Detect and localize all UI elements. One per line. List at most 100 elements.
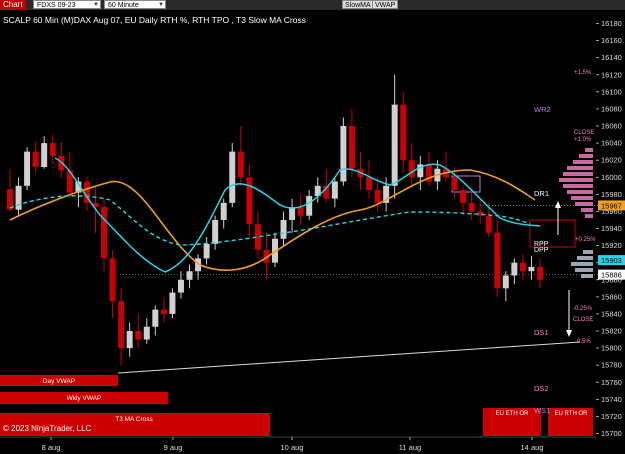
volume-profile-bar: [571, 262, 593, 266]
candle-body: [143, 326, 150, 340]
candle-body: [237, 151, 244, 178]
cyan-dashed-ma-line: [9, 195, 531, 246]
candle-body: [177, 279, 184, 293]
cyan-fast-ma-line: [54, 157, 541, 273]
time-axis-label: 10 aug: [281, 443, 304, 452]
right-level-labels: +1.5% CLOSE +1.0% WR2 DR1 +0.25% RPP DPP…: [534, 70, 596, 415]
price-axis-label: 16040: [601, 139, 622, 148]
price-tag-label: 15903: [601, 256, 622, 265]
price-axis-label: 15700: [601, 429, 622, 438]
candle-body: [400, 104, 407, 161]
price-axis-label: 15740: [601, 395, 622, 404]
down-arrow-icon: [566, 330, 572, 337]
candle-body: [451, 177, 458, 191]
price-axis-label: 15760: [601, 378, 622, 387]
candle-body: [186, 271, 193, 280]
dpp-label: DPP: [534, 247, 549, 254]
ds2-label: DS2: [534, 384, 549, 393]
candle-body: [229, 151, 236, 203]
price-axis-label: 15720: [601, 412, 622, 421]
price-axis-label: 15940: [601, 224, 622, 233]
price-axis-label: 16100: [601, 87, 622, 96]
price-axis-label: 15800: [601, 344, 622, 353]
volume-profile-bar: [573, 160, 593, 164]
time-axis-label: 8 aug: [42, 443, 61, 452]
volume-profile-bar: [563, 172, 593, 176]
pct-plus-1-0-label: +1.0%: [574, 137, 592, 143]
price-axis-label: 16080: [601, 104, 622, 113]
close-top-label: CLOSE: [574, 130, 594, 136]
candle-body: [366, 177, 373, 191]
time-axis-label: 14 aug: [521, 443, 544, 452]
volume-profile-bar: [581, 208, 593, 212]
time-axis-label: 11 aug: [399, 443, 421, 452]
candle-body: [126, 331, 133, 349]
volume-profile-bar: [585, 148, 593, 152]
candle-body: [468, 202, 475, 212]
wr2-label: WR2: [534, 105, 551, 114]
volume-profile-bar: [581, 274, 593, 278]
candle-body: [203, 243, 210, 259]
candle-body: [340, 126, 347, 182]
price-axis-label: 16020: [601, 156, 622, 165]
volume-profile-bar: [583, 250, 593, 254]
eu-eth-or-label: EU ETH OR: [496, 411, 529, 417]
price-axis: 16180 16160 16140 16120 16100 16080 16060 16040…: [596, 19, 625, 438]
price-axis-label: 15840: [601, 309, 622, 318]
price-axis-label: 16060: [601, 122, 622, 131]
candle-body: [160, 309, 167, 314]
candle-body: [289, 207, 296, 220]
price-axis-label: 15780: [601, 361, 622, 370]
candle-body: [169, 292, 176, 314]
time-axis-label: 9 aug: [164, 443, 183, 452]
dr1-label: DR1: [534, 189, 549, 198]
candle-body: [348, 126, 355, 169]
price-axis-label: 15920: [601, 241, 622, 250]
candle-body: [212, 219, 219, 244]
candle-body: [152, 309, 159, 327]
candle-body: [118, 301, 125, 349]
volume-profile-bar: [575, 268, 593, 272]
ws1-label: WS1: [534, 406, 550, 415]
volume-profile-bar: [559, 178, 593, 182]
candle-body: [297, 207, 304, 216]
eu-rth-or-label: EU RTH OR: [555, 411, 589, 417]
candle-body: [537, 266, 543, 280]
pct-minus-0-25-label: -0.25%: [573, 306, 593, 312]
candle-body: [408, 160, 415, 178]
close-bottom-label: CLOSE: [573, 317, 593, 323]
volume-profile-bar: [577, 256, 593, 260]
candle-body: [374, 190, 381, 203]
price-axis-label: 16140: [601, 53, 622, 62]
candle-body: [49, 143, 56, 156]
up-arrow-icon: [555, 201, 561, 208]
pct-plus-0-25-label: +0.25%: [575, 237, 596, 243]
candle-body: [528, 266, 535, 272]
candle-body: [494, 232, 501, 289]
candle-body: [306, 196, 313, 216]
candle-body: [391, 104, 398, 186]
volume-profile-bar: [579, 154, 593, 158]
price-tag-label: 15886: [601, 271, 622, 280]
volume-profile-bar: [571, 196, 593, 200]
candle-body: [24, 151, 31, 186]
candle-body: [41, 143, 48, 167]
price-axis-label: 16180: [601, 19, 622, 28]
candle-body: [101, 207, 108, 259]
candle-body: [220, 202, 227, 220]
pct-minus-0-5-label: 0.5%: [577, 339, 591, 345]
ds1-label: DS1: [534, 328, 549, 337]
price-axis-label: 16120: [601, 70, 622, 79]
candle-body: [109, 258, 116, 302]
price-axis-label: 15980: [601, 190, 622, 199]
volume-profile-bar: [575, 202, 593, 206]
candle-body: [331, 181, 338, 199]
price-axis-label: 16000: [601, 173, 622, 182]
candle-body: [511, 262, 518, 276]
price-axis-label: 16160: [601, 36, 622, 45]
candle-body: [15, 185, 22, 210]
price-chart[interactable]: 16180 16160 16140 16120 16100 16080 16060 16040…: [0, 0, 625, 454]
pct-plus-1-5-label: +1.5%: [574, 70, 592, 76]
candle-body: [502, 275, 509, 289]
t3-ma-cross-label: T3 MA Cross: [115, 416, 153, 423]
